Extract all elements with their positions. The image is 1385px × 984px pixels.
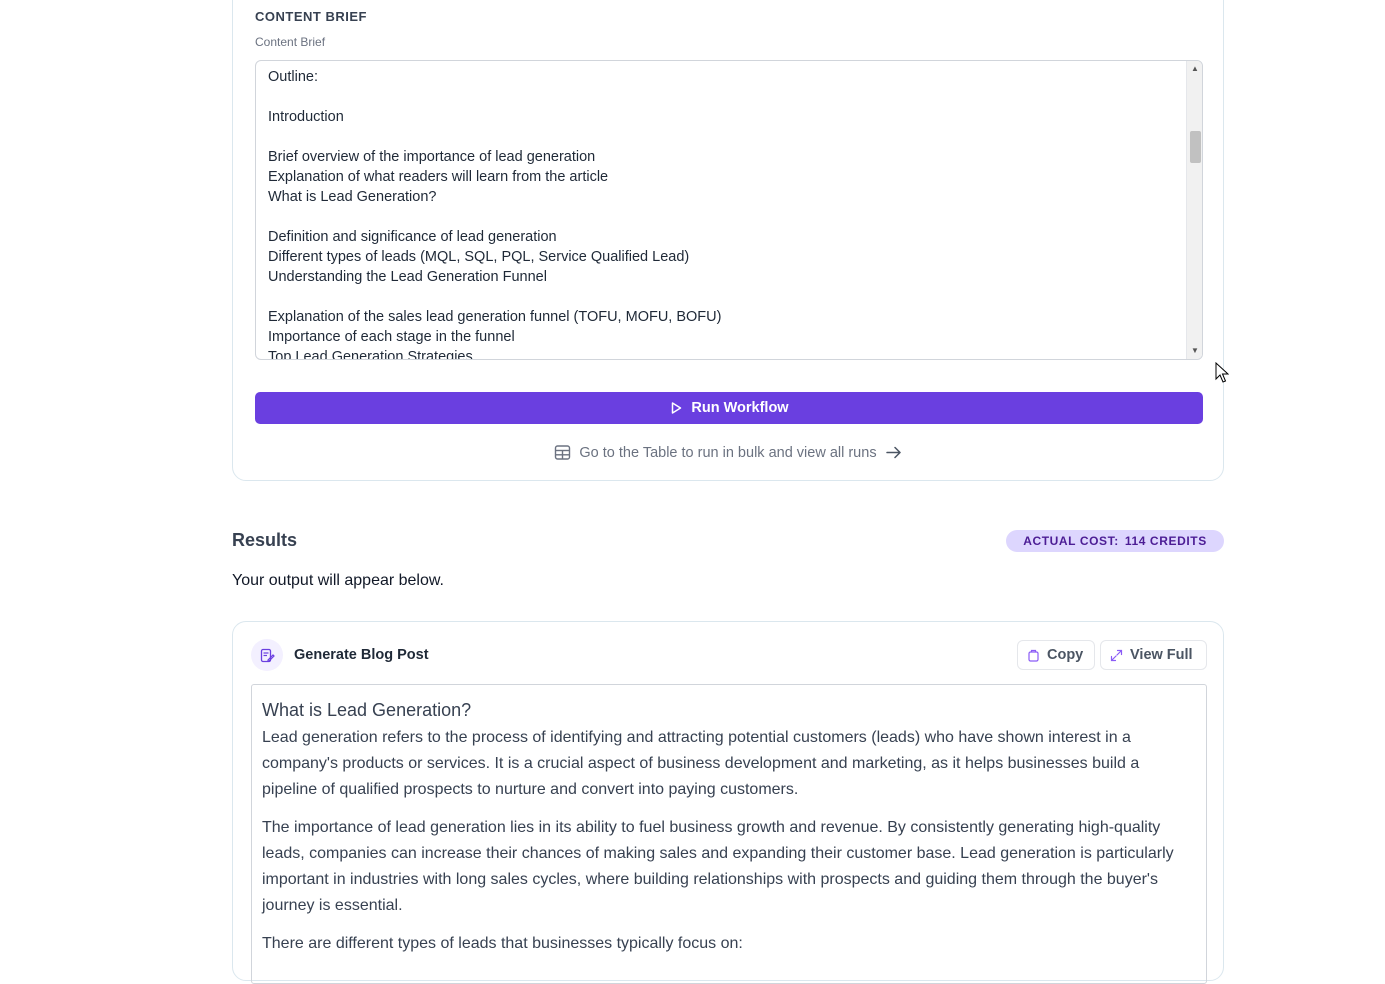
output-card: Generate Blog Post Copy View Full What i… [232,621,1224,984]
content-brief-label: Content Brief [255,35,326,49]
scroll-down-arrow-icon[interactable]: ▼ [1187,343,1202,359]
textarea-scrollbar[interactable]: ▲ ▼ [1186,61,1202,359]
textarea-line [268,127,1182,147]
textarea-line: Outline: [268,69,318,85]
textarea-line [268,87,1182,107]
run-workflow-label: Run Workflow [691,400,789,416]
copy-icon [1028,649,1039,662]
textarea-line [268,207,1182,227]
textarea-line: Different types of leads (MQL, SQL, PQL,… [268,249,690,265]
textarea-line: Understanding the Lead Generation Funnel [268,269,547,285]
view-full-label: View Full [1130,647,1193,663]
output-paragraph: Lead generation refers to the process of… [262,729,1140,798]
textarea-line: What is Lead Generation? [268,189,437,205]
expand-icon [1110,649,1123,661]
output-paragraph: The importance of lead generation lies i… [262,819,1174,914]
cost-label: ACTUAL COST: [1023,534,1119,548]
section-title: CONTENT BRIEF [255,9,367,24]
textarea-line: Introduction [268,109,344,125]
view-full-button[interactable]: View Full [1100,640,1207,670]
textarea-line: Explanation of what readers will learn f… [268,169,609,185]
textarea-line: Definition and significance of lead gene… [268,229,557,245]
results-title: Results [232,530,298,550]
play-icon [672,402,682,414]
textarea-content[interactable]: Outline: Introduction Brief overview of … [268,67,1182,360]
cost-badge: ACTUAL COST: 114 CREDITS [1006,530,1224,552]
content-brief-textarea[interactable]: Outline: Introduction Brief overview of … [255,60,1203,360]
textarea-line [268,287,1182,307]
run-workflow-button[interactable]: Run Workflow [255,392,1203,424]
scroll-thumb[interactable] [1190,131,1201,163]
scroll-up-arrow-icon[interactable]: ▲ [1187,61,1202,77]
go-to-table-link[interactable]: Go to the Table to run in bulk and view … [233,444,1223,461]
output-paragraph: There are different types of leads that … [262,935,743,952]
output-title: Generate Blog Post [294,647,429,663]
cost-value: 114 CREDITS [1124,534,1207,548]
textarea-line: Top Lead Generation Strategies [268,349,473,360]
table-icon [555,445,571,460]
textarea-line: Importance of each stage in the funnel [268,329,515,345]
go-to-table-label: Go to the Table to run in bulk and view … [579,444,877,461]
output-heading: What is Lead Generation? [262,700,472,720]
mouse-cursor-icon [1215,362,1229,383]
textarea-line: Brief overview of the importance of lead… [268,149,596,165]
workflow-input-card: CONTENT BRIEF Content Brief Outline: Int… [232,0,1224,481]
arrow-right-icon [885,446,901,459]
output-body: What is Lead Generation? Lead generation… [251,684,1207,984]
textarea-line: Explanation of the sales lead generation… [268,309,722,325]
copy-label: Copy [1047,647,1084,663]
results-subtitle: Your output will appear below. [232,572,444,589]
edit-document-icon [251,639,283,671]
copy-button[interactable]: Copy [1017,640,1095,670]
